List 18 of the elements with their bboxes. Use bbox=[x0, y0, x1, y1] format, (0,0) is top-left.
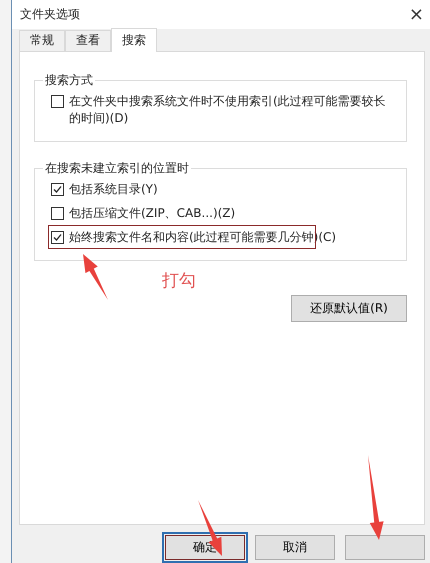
checkbox[interactable] bbox=[51, 94, 64, 108]
tab[interactable]: 搜索 bbox=[111, 28, 157, 52]
checkbox-label: 包括系统目录(Y) bbox=[69, 180, 158, 198]
window-title: 文件夹选项 bbox=[20, 6, 80, 23]
checkbox[interactable] bbox=[51, 230, 64, 244]
arrow bbox=[83, 254, 108, 300]
restore-defaults-button[interactable]: 还原默认值(R) bbox=[291, 294, 407, 322]
tab[interactable]: 查看 bbox=[65, 30, 111, 51]
cancel-button[interactable]: 取消 bbox=[255, 535, 335, 560]
checkbox[interactable] bbox=[51, 206, 64, 220]
checkbox-label: 在文件夹中搜索系统文件时不使用索引(此过程可能需要较长的时间)(D) bbox=[69, 92, 387, 127]
checkbox[interactable] bbox=[51, 182, 64, 196]
group-title: 在搜索未建立索引的位置时 bbox=[44, 160, 190, 177]
checkbox-label: 包括压缩文件(ZIP、CAB...)(Z) bbox=[69, 204, 236, 222]
group-title: 搜索方式 bbox=[44, 72, 94, 89]
annotation-text: 打勾 bbox=[162, 270, 197, 291]
close-button[interactable]: × bbox=[408, 4, 424, 25]
tab[interactable]: 常规 bbox=[19, 30, 65, 51]
